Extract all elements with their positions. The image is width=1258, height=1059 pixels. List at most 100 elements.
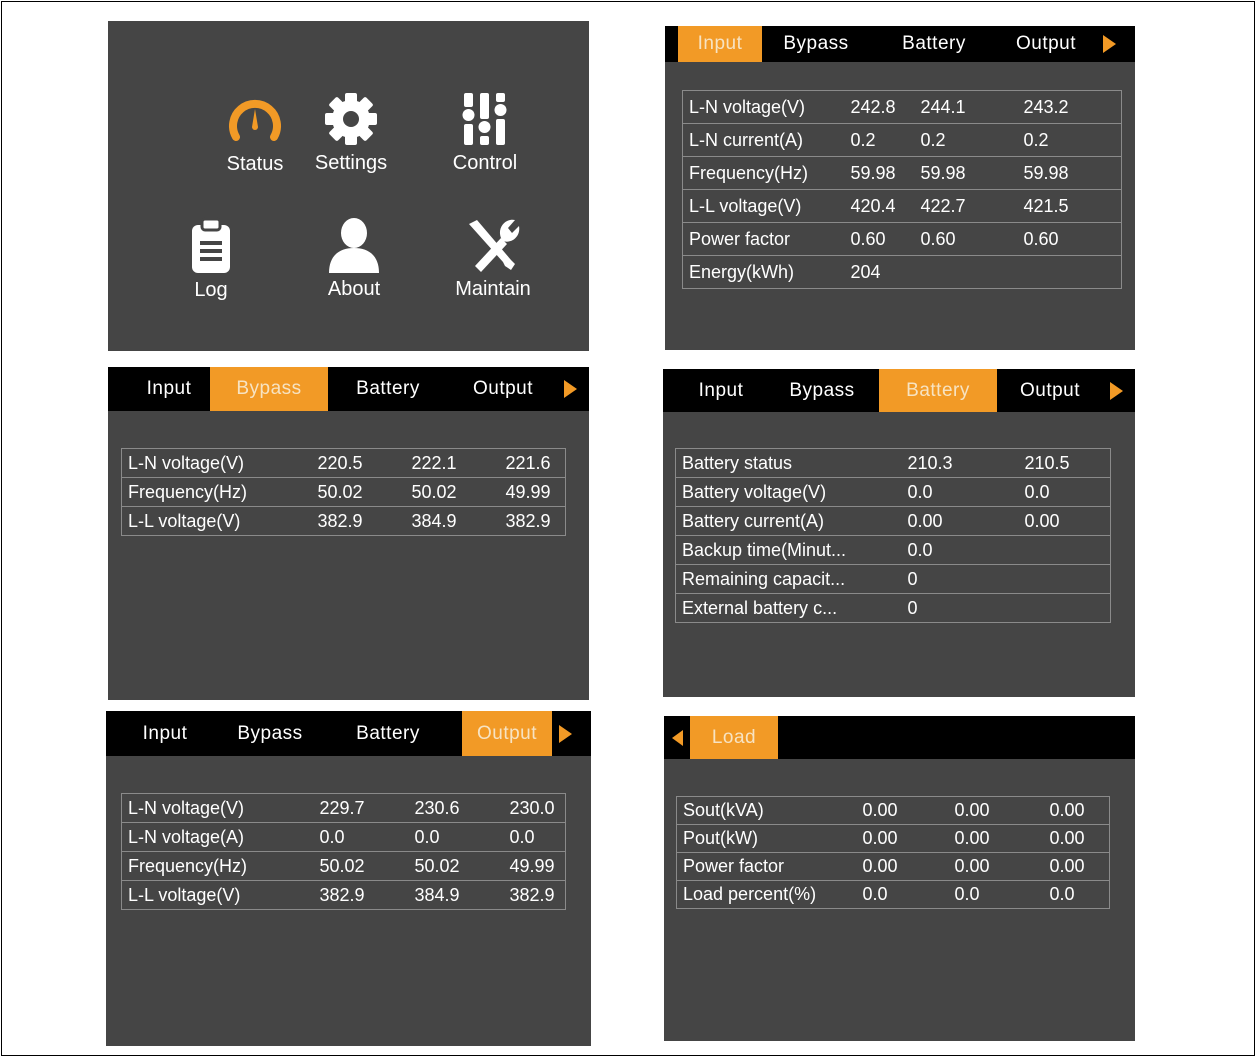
row-value: 230.0 (503, 793, 566, 823)
table-row: L-N voltage(V) 220.5 222.1 221.6 (121, 448, 566, 478)
menu-label-maintain: Maintain (455, 278, 531, 300)
next-tab-arrow-icon[interactable] (552, 711, 578, 756)
row-value: 382.9 (311, 506, 406, 536)
output-screen: Input Bypass Battery Output L-N voltage(… (106, 711, 591, 1046)
row-value: 0.00 (1018, 506, 1111, 536)
table-row: External battery c... 0 (675, 593, 1111, 623)
tab-battery[interactable]: Battery (879, 369, 997, 412)
row-label: L-N voltage(A) (121, 822, 314, 852)
tab-input[interactable]: Input (128, 367, 210, 411)
row-value: 229.7 (313, 793, 409, 823)
row-label: L-N voltage(V) (121, 793, 314, 823)
row-value: 50.02 (313, 851, 409, 881)
next-tab-arrow-icon[interactable] (1103, 369, 1129, 412)
tab-bypass[interactable]: Bypass (762, 26, 870, 62)
tab-output[interactable]: Output (998, 26, 1094, 62)
table-row: Remaining capacit... 0 (675, 564, 1111, 594)
row-value: 0.00 (856, 824, 949, 853)
table-row: Power factor 0.00 0.00 0.00 (676, 852, 1110, 881)
row-label: Power factor (676, 852, 857, 881)
row-value (1018, 564, 1111, 594)
row-value: 50.02 (408, 851, 504, 881)
row-value: 422.7 (914, 189, 1018, 223)
row-value: 382.9 (313, 880, 409, 910)
tab-input[interactable]: Input (124, 711, 206, 756)
tab-input[interactable]: Input (678, 26, 762, 62)
row-label: Pout(kW) (676, 824, 857, 853)
menu-label-settings: Settings (314, 152, 388, 174)
tab-output[interactable]: Output (462, 711, 552, 756)
table-row: Battery voltage(V) 0.0 0.0 (675, 477, 1111, 507)
tab-output[interactable]: Output (448, 367, 558, 411)
tools-icon (428, 216, 558, 274)
next-tab-arrow-icon[interactable] (1094, 26, 1124, 62)
gear-icon (286, 90, 416, 148)
next-tab-arrow-icon[interactable] (558, 367, 582, 411)
table-row: Frequency(Hz) 50.02 50.02 49.99 (121, 851, 566, 881)
row-value: 0.60 (1017, 222, 1122, 256)
row-value: 59.98 (844, 156, 915, 190)
row-value: 0.0 (1018, 477, 1111, 507)
row-label: L-L voltage(V) (121, 880, 314, 910)
row-value: 0.00 (948, 852, 1044, 881)
row-value: 49.99 (503, 851, 566, 881)
row-label: Frequency(Hz) (121, 477, 312, 507)
table-row: Backup time(Minut... 0.0 (675, 535, 1111, 565)
row-value: 384.9 (405, 506, 500, 536)
row-value: 0.60 (914, 222, 1018, 256)
table-row: Pout(kW) 0.00 0.00 0.00 (676, 824, 1110, 853)
row-value: 0.2 (914, 123, 1018, 157)
row-value: 0.00 (856, 852, 949, 881)
row-label: L-N voltage(V) (682, 90, 845, 124)
table-row: Frequency(Hz) 50.02 50.02 49.99 (121, 477, 566, 507)
menu-item-log[interactable]: Log (146, 217, 276, 302)
row-value: 50.02 (405, 477, 500, 507)
table-row: Frequency(Hz) 59.98 59.98 59.98 (682, 156, 1122, 190)
row-value: 220.5 (311, 448, 406, 478)
row-label: Energy(kWh) (682, 255, 845, 289)
row-value: 0.0 (901, 535, 1019, 565)
tab-battery[interactable]: Battery (328, 367, 448, 411)
row-value: 0.00 (948, 824, 1044, 853)
row-value: 0.0 (856, 880, 949, 909)
table-row: Power factor 0.60 0.60 0.60 (682, 222, 1122, 256)
tab-load[interactable]: Load (690, 716, 778, 759)
tab-bypass[interactable]: Bypass (206, 711, 334, 756)
menu-item-control[interactable]: Control (420, 90, 550, 175)
tab-output[interactable]: Output (997, 369, 1103, 412)
row-label: L-N voltage(V) (121, 448, 312, 478)
row-label: Frequency(Hz) (682, 156, 845, 190)
row-label: Backup time(Minut... (675, 535, 902, 565)
row-value: 0 (901, 564, 1019, 594)
row-value: 0 (901, 593, 1019, 623)
row-value: 0.0 (313, 822, 409, 852)
tab-battery[interactable]: Battery (870, 26, 998, 62)
tab-bypass[interactable]: Bypass (210, 367, 328, 411)
table-row: L-L voltage(V) 382.9 384.9 382.9 (121, 880, 566, 910)
row-value: 210.5 (1018, 448, 1111, 478)
sliders-icon (420, 90, 550, 148)
menu-item-about[interactable]: About (289, 216, 419, 301)
row-value: 0.0 (901, 477, 1019, 507)
row-value: 421.5 (1017, 189, 1122, 223)
tab-battery[interactable]: Battery (334, 711, 442, 756)
input-data-table: L-N voltage(V) 242.8 244.1 243.2 L-N current… (682, 90, 1122, 289)
battery-data-table: Battery status 210.3 210.5 Battery voltage(… (675, 448, 1111, 623)
prev-tab-arrow-icon[interactable] (664, 716, 690, 759)
menu-item-settings[interactable]: Settings (286, 90, 416, 175)
row-label: Load percent(%) (676, 880, 857, 909)
row-value: 59.98 (914, 156, 1018, 190)
row-value: 0.60 (844, 222, 915, 256)
menu-item-maintain[interactable]: Maintain (428, 216, 558, 301)
table-row: Energy(kWh) 204 (682, 255, 1122, 289)
row-value: 230.6 (408, 793, 504, 823)
row-label: Frequency(Hz) (121, 851, 314, 881)
tab-input[interactable]: Input (677, 369, 765, 412)
row-value: 221.6 (499, 448, 566, 478)
table-row: Battery status 210.3 210.5 (675, 448, 1111, 478)
table-row: Sout(kVA) 0.00 0.00 0.00 (676, 796, 1110, 825)
tab-bypass[interactable]: Bypass (765, 369, 879, 412)
row-value (1017, 255, 1122, 289)
main-menu-screen: Status Settings Control Log About Mainta… (108, 21, 589, 351)
row-value: 0.00 (948, 796, 1044, 825)
